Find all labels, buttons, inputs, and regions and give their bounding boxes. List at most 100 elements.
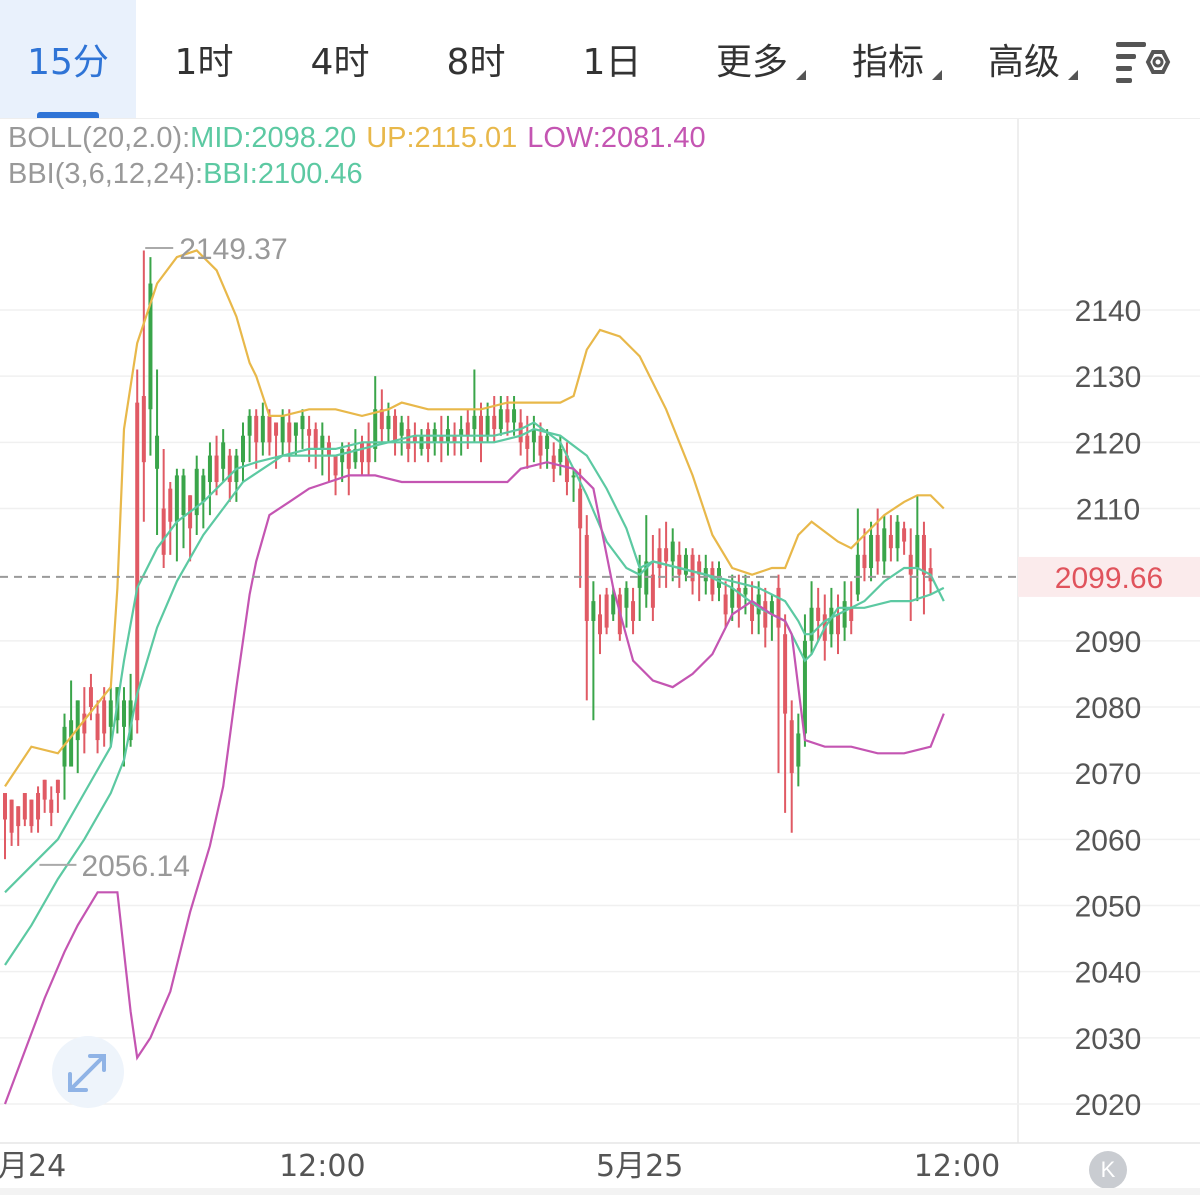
tab-label: 8时 bbox=[446, 42, 506, 83]
candle-body bbox=[512, 409, 517, 423]
y-tick-label: 2090 bbox=[1075, 626, 1142, 659]
candle-body bbox=[624, 587, 629, 608]
candle-body bbox=[42, 779, 47, 800]
candle-body bbox=[498, 409, 503, 430]
tab-1d[interactable]: 1日 bbox=[544, 0, 680, 118]
candle-body bbox=[141, 396, 146, 463]
candle-body bbox=[571, 475, 576, 478]
candle-body bbox=[895, 521, 900, 549]
tab-15min[interactable]: 15分 bbox=[0, 0, 136, 118]
candle-body bbox=[505, 409, 510, 423]
candle-body bbox=[360, 442, 364, 463]
candle-body bbox=[16, 806, 21, 827]
expand-chart-button[interactable] bbox=[52, 1036, 124, 1108]
candle-body bbox=[95, 713, 100, 741]
candle-body bbox=[882, 528, 887, 562]
candle-body bbox=[650, 574, 655, 608]
candle-body bbox=[287, 422, 292, 443]
candle-body bbox=[802, 640, 807, 734]
candle-body bbox=[902, 528, 907, 542]
candle-body bbox=[479, 415, 483, 443]
y-tick-label: 2020 bbox=[1075, 1089, 1142, 1122]
chart-settings-icon[interactable] bbox=[1112, 36, 1172, 86]
candle-body bbox=[743, 587, 748, 595]
candle-body bbox=[88, 687, 93, 707]
candle-body bbox=[796, 733, 801, 767]
candle-body bbox=[135, 402, 140, 721]
candle-body bbox=[108, 700, 113, 727]
candle-body bbox=[426, 429, 431, 449]
candle-body bbox=[862, 554, 867, 569]
timeframe-toolbar: 15分 1时 4时 8时 1日 更多 指标 高级 bbox=[0, 0, 1200, 119]
candle-body bbox=[637, 568, 642, 588]
candle-body bbox=[545, 435, 550, 449]
dropdown-caret-icon bbox=[796, 70, 806, 80]
candle-body bbox=[307, 429, 312, 436]
candle-body bbox=[631, 601, 636, 621]
candle-body bbox=[29, 799, 34, 827]
price-chart[interactable]: 2140 2130 2120 2110 2090 2080 2070 2060 2050 2040… bbox=[0, 118, 1200, 1188]
candle-body bbox=[36, 793, 41, 820]
candle-body bbox=[280, 415, 285, 443]
y-tick-label: 2030 bbox=[1075, 1023, 1142, 1056]
candle-body bbox=[485, 415, 490, 436]
tab-label: 4时 bbox=[310, 42, 370, 83]
series-line-low bbox=[3, 461, 945, 1105]
bottom-indicator-strip bbox=[0, 1188, 1200, 1195]
y-tick-label: 2050 bbox=[1075, 891, 1142, 924]
candle-body bbox=[399, 422, 404, 436]
tab-8h[interactable]: 8时 bbox=[408, 0, 544, 118]
candle-body bbox=[598, 614, 602, 635]
candle-body bbox=[214, 455, 219, 483]
candle-body bbox=[492, 415, 497, 430]
y-tick-label: 2040 bbox=[1075, 957, 1142, 990]
tab-label: 高级 bbox=[987, 42, 1060, 83]
candle-body bbox=[9, 799, 14, 833]
tab-1h[interactable]: 1时 bbox=[136, 0, 272, 118]
candle-body bbox=[875, 534, 880, 562]
candle-body bbox=[161, 508, 166, 555]
last-price-label: 2099.66 bbox=[1055, 562, 1163, 595]
candle-body bbox=[604, 594, 609, 628]
candle-body bbox=[75, 700, 80, 741]
candle-body bbox=[241, 435, 245, 463]
candle-body bbox=[3, 793, 7, 820]
candle-body bbox=[274, 422, 279, 436]
high-marker-label: 2149.37 bbox=[179, 233, 287, 266]
candle-body bbox=[921, 534, 926, 575]
candle-body bbox=[611, 594, 616, 615]
candle-body bbox=[584, 534, 589, 621]
candle-body bbox=[320, 435, 325, 449]
low-marker-label: 2056.14 bbox=[81, 850, 189, 883]
candle-body bbox=[908, 554, 913, 575]
tab-label: 更多 bbox=[715, 42, 788, 83]
candle-body bbox=[531, 429, 536, 443]
dropdown-caret-icon bbox=[1068, 70, 1078, 80]
candle-body bbox=[69, 720, 74, 767]
candle-body bbox=[267, 415, 272, 443]
candle-body bbox=[340, 448, 345, 463]
candle-body bbox=[664, 548, 669, 562]
candle-body bbox=[783, 634, 788, 714]
candle-body bbox=[393, 415, 398, 443]
candle-body bbox=[710, 568, 715, 595]
candle-body bbox=[836, 614, 840, 635]
candle-body bbox=[221, 442, 226, 469]
y-tick-label: 2080 bbox=[1075, 692, 1142, 725]
candle-body bbox=[551, 455, 556, 469]
candle-body bbox=[869, 534, 874, 569]
k-button[interactable]: K bbox=[1089, 1151, 1127, 1189]
candle-body bbox=[591, 601, 596, 621]
tab-indicators-dropdown[interactable]: 指标 bbox=[830, 0, 946, 118]
tab-label: 15分 bbox=[27, 42, 109, 83]
x-tick-label: 月24 bbox=[0, 1149, 66, 1184]
tab-more-dropdown[interactable]: 更多 bbox=[694, 0, 810, 118]
k-button-label: K bbox=[1100, 1157, 1116, 1182]
candle-body bbox=[181, 475, 186, 516]
candle-body bbox=[386, 415, 391, 430]
candle-body bbox=[247, 415, 252, 436]
tab-label: 1时 bbox=[174, 42, 234, 83]
tab-advanced-dropdown[interactable]: 高级 bbox=[966, 0, 1082, 118]
candle-body bbox=[763, 601, 768, 628]
tab-4h[interactable]: 4时 bbox=[272, 0, 408, 118]
